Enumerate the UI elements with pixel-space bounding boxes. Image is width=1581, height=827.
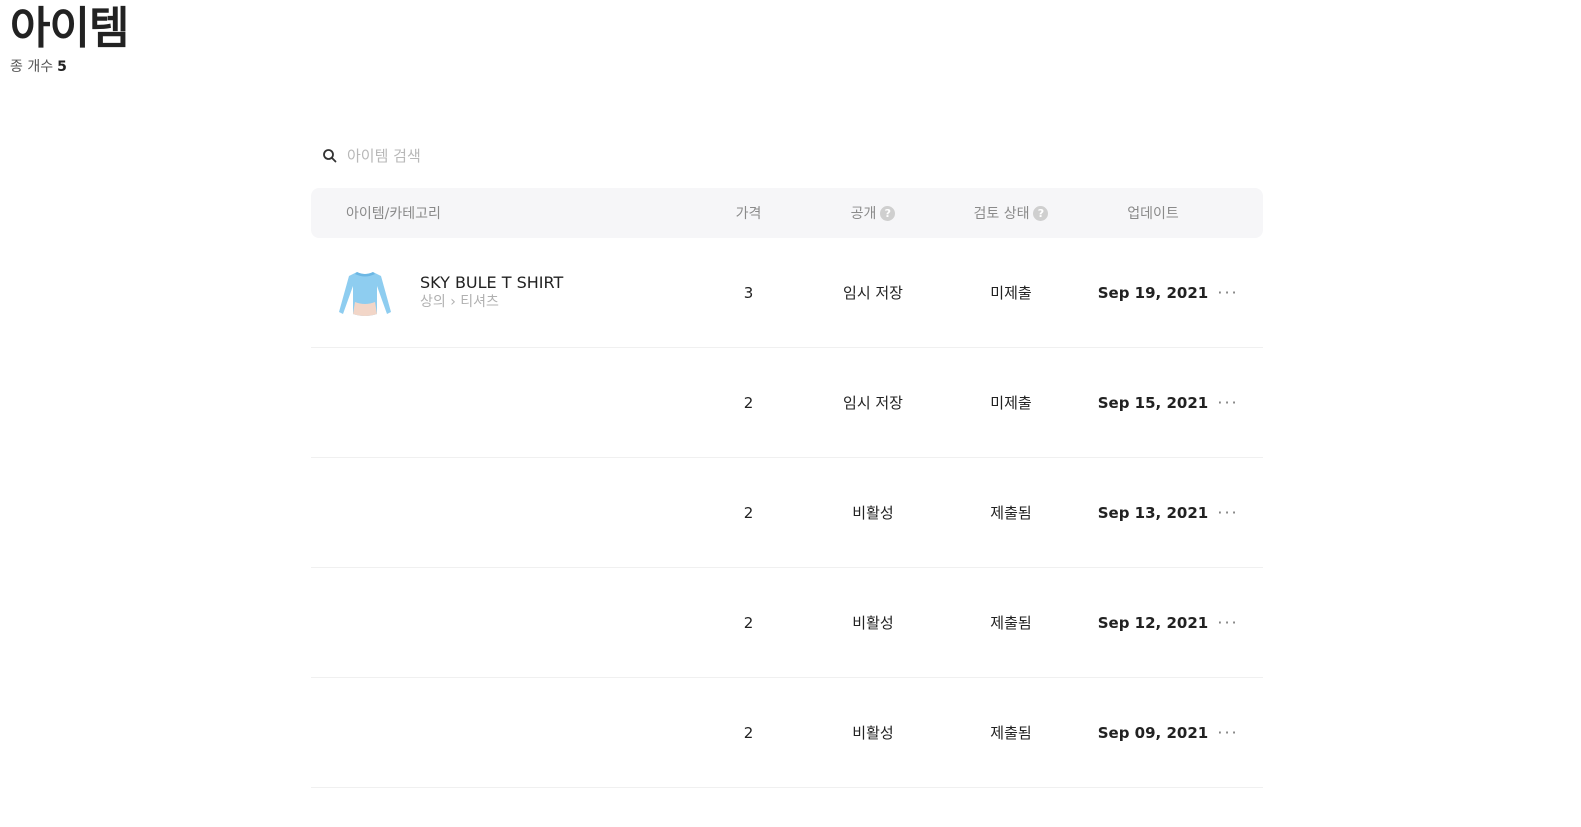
item-review-status: 제출됨 <box>990 724 1032 742</box>
item-price: 3 <box>743 283 754 302</box>
item-price: 2 <box>743 723 754 742</box>
column-header-review-label: 검토 상태 <box>973 206 1030 222</box>
item-updated-date: Sep 15, 2021 <box>1097 393 1209 412</box>
total-count-value: 5 <box>57 59 67 75</box>
table-row[interactable]: 2 임시 저장 미제출 Sep 15, 2021 ··· <box>311 348 1263 458</box>
column-header-item[interactable]: 아이템/카테고리 <box>346 188 441 238</box>
item-review-status: 미제출 <box>990 284 1032 302</box>
item-price: 2 <box>743 503 754 522</box>
column-header-review[interactable]: 검토 상태? <box>955 188 1067 238</box>
column-header-price[interactable]: 가격 <box>721 188 776 238</box>
search-icon[interactable] <box>322 148 338 164</box>
item-review-status: 미제출 <box>990 394 1032 412</box>
item-public-status: 임시 저장 <box>843 394 903 412</box>
item-info: SKY BULE T SHIRT 상의 › 티셔츠 <box>420 273 563 311</box>
help-icon[interactable]: ? <box>880 205 896 221</box>
item-public-status: 비활성 <box>852 724 894 742</box>
item-price: 2 <box>743 613 754 632</box>
more-icon[interactable]: ··· <box>1213 568 1243 677</box>
more-icon[interactable]: ··· <box>1213 458 1243 567</box>
more-icon[interactable]: ··· <box>1213 238 1243 347</box>
item-public-status: 비활성 <box>852 614 894 632</box>
table-row[interactable]: 2 비활성 제출됨 Sep 13, 2021 ··· <box>311 458 1263 568</box>
column-header-public[interactable]: 공개? <box>818 188 928 238</box>
table-row[interactable]: 2 비활성 제출됨 Sep 09, 2021 ··· <box>311 678 1263 788</box>
total-count-label: 종 개수 <box>10 59 54 75</box>
table-row[interactable]: SKY BULE T SHIRT 상의 › 티셔츠 3 임시 저장 미제출 Se… <box>311 238 1263 348</box>
item-public-status: 임시 저장 <box>843 284 903 302</box>
more-icon[interactable]: ··· <box>1213 678 1243 787</box>
item-updated-date: Sep 19, 2021 <box>1097 283 1209 302</box>
item-updated-date: Sep 09, 2021 <box>1097 723 1209 742</box>
item-updated-date: Sep 13, 2021 <box>1097 503 1209 522</box>
item-public-status: 비활성 <box>852 504 894 522</box>
help-icon[interactable]: ? <box>1033 205 1049 221</box>
item-review-status: 제출됨 <box>990 504 1032 522</box>
tshirt-thumbnail <box>333 262 397 326</box>
item-category: 상의 › 티셔츠 <box>420 294 499 310</box>
item-name[interactable]: SKY BULE T SHIRT <box>420 273 563 293</box>
search-bar <box>322 144 722 168</box>
column-header-update[interactable]: 업데이트 <box>1093 188 1213 238</box>
table-row[interactable]: 2 비활성 제출됨 Sep 12, 2021 ··· <box>311 568 1263 678</box>
column-header-public-label: 공개 <box>850 206 877 222</box>
table-header: 아이템/카테고리 가격 공개? 검토 상태? 업데이트 <box>311 188 1263 238</box>
more-icon[interactable]: ··· <box>1213 348 1243 457</box>
item-updated-date: Sep 12, 2021 <box>1097 613 1209 632</box>
page-title: 아이템 <box>10 3 129 54</box>
item-price: 2 <box>743 393 754 412</box>
item-review-status: 제출됨 <box>990 614 1032 632</box>
total-count: 종 개수 5 <box>10 58 67 76</box>
search-input[interactable] <box>347 147 707 165</box>
items-table: 아이템/카테고리 가격 공개? 검토 상태? 업데이트 SKY BULE T S… <box>311 188 1263 788</box>
